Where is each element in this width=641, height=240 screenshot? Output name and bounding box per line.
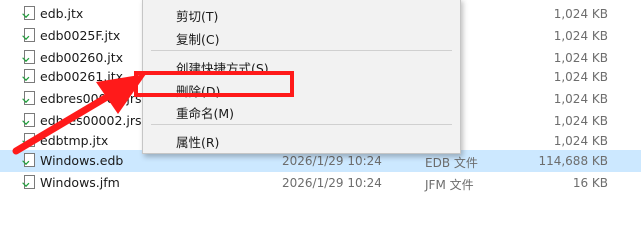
arrow-icon [12, 74, 146, 155]
